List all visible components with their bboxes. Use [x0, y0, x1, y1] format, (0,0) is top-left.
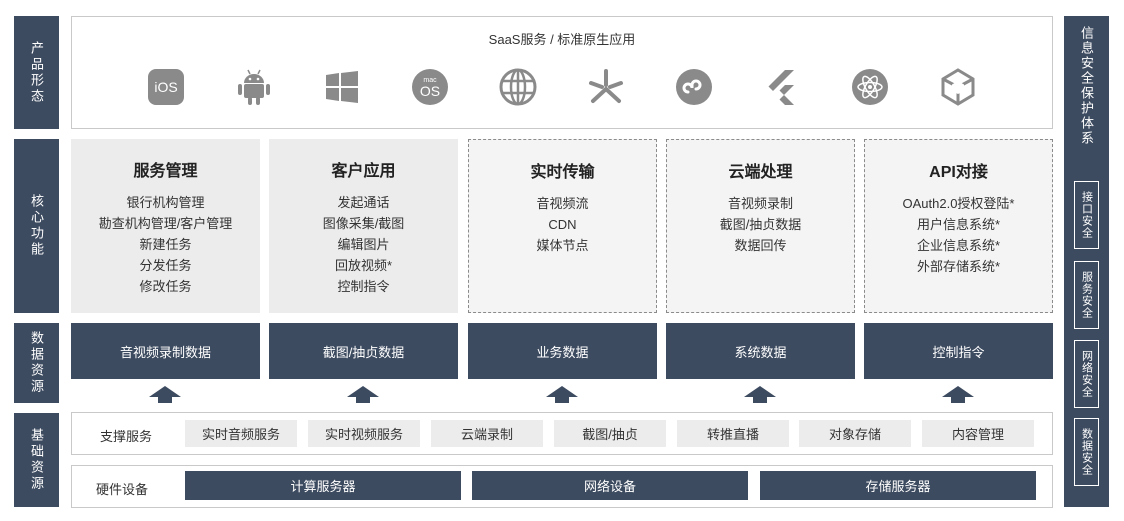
security-network: 网络安全	[1074, 340, 1099, 408]
label-product-form: 产品形态	[14, 16, 59, 129]
core-item: 用户信息系统*	[916, 217, 1001, 232]
core-item: 外部存储系统*	[916, 259, 1001, 274]
support-item: 对象存储	[799, 420, 911, 447]
security-system-column: 信息安全保护体系 接口安全 服务安全 网络安全 数据安全	[1064, 16, 1109, 507]
core-item: 发起通话	[337, 195, 390, 210]
up-arrow-icon	[546, 386, 578, 403]
label-basic-resources: 基础资源	[14, 413, 59, 507]
core-item: 编辑图片	[337, 237, 390, 252]
svg-text:iOS: iOS	[154, 79, 177, 95]
up-arrow-icon	[149, 386, 181, 403]
hardware-item: 网络设备	[472, 471, 748, 500]
mini-program-icon	[674, 67, 714, 107]
core-box-cloud-processing: 云端处理 音视频录制 截图/抽贞数据 数据回传	[666, 139, 855, 313]
support-item: 实时音频服务	[185, 420, 297, 447]
core-item: 银行机构管理	[126, 195, 205, 210]
security-system-title: 信息安全保护体系	[1079, 26, 1094, 146]
core-item: 分发任务	[139, 258, 192, 273]
up-arrow-icon	[942, 386, 974, 403]
core-item: 新建任务	[139, 237, 192, 252]
core-item: 企业信息系统*	[916, 238, 1001, 253]
unity-icon	[938, 67, 978, 107]
flutter-icon	[762, 67, 802, 107]
product-title: SaaS服务 / 标准原生应用	[488, 32, 636, 47]
security-data: 数据安全	[1074, 418, 1099, 486]
support-services-label: 支撑服务	[100, 429, 153, 444]
hardware-label: 硬件设备	[96, 482, 149, 497]
core-item: CDN	[548, 217, 577, 232]
data-resource-av-recording: 音视频录制数据	[71, 323, 260, 379]
core-item: 媒体节点	[536, 238, 589, 253]
core-item: 勘查机构管理/客户管理	[98, 216, 233, 231]
support-services-row: 支撑服务 实时音频服务 实时视频服务 云端录制 截图/抽贞 转推直播 对象存储 …	[71, 412, 1053, 455]
ios-icon: iOS	[146, 67, 186, 107]
hardware-item: 存储服务器	[760, 471, 1036, 500]
web-globe-icon	[498, 67, 538, 107]
data-resource-screenshot: 截图/抽贞数据	[269, 323, 458, 379]
macos-icon: mac OS	[410, 67, 450, 107]
asterisk-app-icon	[586, 67, 626, 107]
hardware-row: 硬件设备 计算服务器 网络设备 存储服务器	[71, 465, 1053, 508]
core-box-client-application: 客户应用 发起通话 图像采集/截图 编辑图片 回放视频* 控制指令	[269, 139, 458, 313]
android-icon	[234, 67, 274, 107]
electron-icon	[850, 67, 890, 107]
svg-text:OS: OS	[420, 83, 440, 99]
up-arrow-icon	[347, 386, 379, 403]
core-item: 音视频流	[536, 196, 589, 211]
core-item: 回放视频*	[334, 258, 393, 273]
core-box-realtime-transmission: 实时传输 音视频流 CDN 媒体节点	[468, 139, 657, 313]
data-resource-business: 业务数据	[468, 323, 657, 379]
support-item: 转推直播	[677, 420, 789, 447]
core-item: OAuth2.0授权登陆*	[902, 196, 1015, 211]
core-item: 截图/抽贞数据	[719, 217, 802, 232]
label-data-resources: 数据资源	[14, 323, 59, 403]
support-item: 内容管理	[922, 420, 1034, 447]
core-item: 图像采集/截图	[322, 216, 405, 231]
core-item: 修改任务	[139, 279, 192, 294]
label-core-functions: 核心功能	[14, 139, 59, 313]
data-resource-control: 控制指令	[864, 323, 1053, 379]
data-resource-system: 系统数据	[666, 323, 855, 379]
core-box-api-integration: API对接 OAuth2.0授权登陆* 用户信息系统* 企业信息系统* 外部存储…	[864, 139, 1053, 313]
core-item: 音视频录制	[727, 196, 793, 211]
support-item: 云端录制	[431, 420, 543, 447]
up-arrow-icon	[744, 386, 776, 403]
security-interface: 接口安全	[1074, 181, 1099, 249]
product-panel: SaaS服务 / 标准原生应用 iOS mac OS	[71, 16, 1053, 129]
core-box-service-management: 服务管理 银行机构管理 勘查机构管理/客户管理 新建任务 分发任务 修改任务	[71, 139, 260, 313]
core-item: 数据回传	[734, 238, 787, 253]
hardware-item: 计算服务器	[185, 471, 461, 500]
windows-icon	[322, 67, 362, 107]
core-item: 控制指令	[337, 279, 390, 294]
security-service: 服务安全	[1074, 261, 1099, 329]
support-item: 截图/抽贞	[554, 420, 666, 447]
support-item: 实时视频服务	[308, 420, 420, 447]
